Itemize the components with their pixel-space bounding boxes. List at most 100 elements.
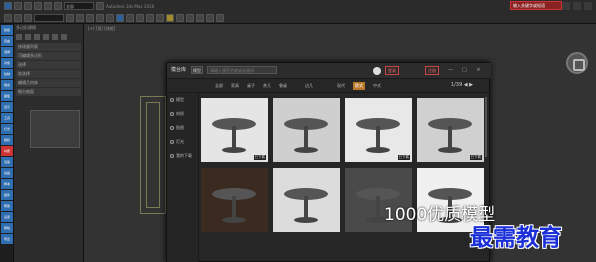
- tool-button[interactable]: 绘制: [1, 69, 13, 79]
- panel-row[interactable]: 细分曲面: [16, 88, 81, 96]
- render-setup-icon[interactable]: [206, 14, 214, 22]
- tool-button[interactable]: 建模: [1, 25, 13, 35]
- search-input[interactable]: 请输入模型名称或关键词: [207, 66, 277, 74]
- bind-icon[interactable]: [24, 14, 32, 22]
- filter-chip[interactable]: 现代: [335, 82, 347, 90]
- model-thumbnail[interactable]: [201, 168, 268, 232]
- tool-button[interactable]: 动画: [1, 168, 13, 178]
- redo-icon[interactable]: [54, 2, 62, 10]
- viewcube-icon[interactable]: [566, 52, 588, 74]
- register-button[interactable]: 注册: [425, 66, 439, 75]
- link-icon[interactable]: [4, 14, 12, 22]
- model-thumbnail[interactable]: 已下载: [417, 98, 484, 162]
- scale-icon[interactable]: [106, 14, 114, 22]
- tool-button[interactable]: 脚本: [1, 179, 13, 189]
- percent-snap-icon[interactable]: [136, 14, 144, 22]
- tool-button[interactable]: 网格: [1, 223, 13, 233]
- furniture-preview-icon: [212, 118, 256, 153]
- library-nav: 模型 材质 贴图 灯光 我的下载: [167, 93, 199, 262]
- nav-item[interactable]: 灯光: [167, 135, 198, 149]
- avatar[interactable]: [373, 67, 381, 75]
- app-menu-icon[interactable]: [4, 2, 12, 10]
- filter-chip[interactable]: 餐桌: [277, 82, 289, 90]
- tool-button[interactable]: 帮助: [1, 201, 13, 211]
- close-icon[interactable]: [584, 2, 592, 10]
- tool-button[interactable]: 工具: [1, 113, 13, 123]
- minimize-icon[interactable]: —: [447, 67, 454, 74]
- schematic-icon[interactable]: [186, 14, 194, 22]
- unlink-icon[interactable]: [14, 14, 22, 22]
- tool-button[interactable]: 对象: [1, 58, 13, 68]
- search-help-field[interactable]: 输入关键字或短语: [510, 1, 562, 10]
- move-icon[interactable]: [86, 14, 94, 22]
- material-editor-icon[interactable]: [196, 14, 204, 22]
- undo-icon[interactable]: [44, 2, 52, 10]
- tool-button[interactable]: 导出: [1, 234, 13, 244]
- nav-item[interactable]: 贴图: [167, 121, 198, 135]
- filter-chip[interactable]: 边几: [303, 82, 315, 90]
- panel-row[interactable]: 选择: [16, 61, 81, 69]
- scene-object-frame-inner[interactable]: [146, 102, 160, 208]
- model-thumbnail[interactable]: [273, 168, 340, 232]
- create-tab-icon[interactable]: [16, 34, 22, 40]
- nav-item[interactable]: 我的下载: [167, 149, 198, 163]
- tool-button[interactable]: 设置: [1, 212, 13, 222]
- tool-button[interactable]: 选择: [1, 47, 13, 57]
- filter-chip[interactable]: 家具: [229, 82, 241, 90]
- modifier-stack-box[interactable]: [30, 110, 80, 148]
- tool-button[interactable]: 显示: [1, 102, 13, 112]
- display-tab-icon[interactable]: [52, 34, 58, 40]
- selection-filter-select[interactable]: [34, 14, 64, 22]
- mirror-icon[interactable]: [146, 14, 154, 22]
- utilities-tab-icon[interactable]: [61, 34, 67, 40]
- layer-icon[interactable]: [166, 14, 174, 22]
- select-icon[interactable]: [66, 14, 74, 22]
- grid-scrollbar[interactable]: [485, 97, 487, 157]
- maximize-icon[interactable]: [573, 2, 581, 10]
- panel-row[interactable]: 软选择: [16, 70, 81, 78]
- new-file-icon[interactable]: [14, 2, 22, 10]
- tool-button[interactable]: 渲染: [1, 157, 13, 167]
- nav-item[interactable]: 材质: [167, 107, 198, 121]
- model-thumbnail[interactable]: 已下载: [345, 98, 412, 162]
- close-icon[interactable]: ×: [475, 67, 482, 74]
- filter-chip[interactable]: 中式: [371, 82, 383, 90]
- snap-icon[interactable]: [116, 14, 124, 22]
- curve-editor-icon[interactable]: [176, 14, 184, 22]
- pagination[interactable]: 1/39 ◀ ▶: [451, 82, 473, 88]
- select-by-name-icon[interactable]: [76, 14, 84, 22]
- save-file-icon[interactable]: [34, 2, 42, 10]
- nav-item[interactable]: 模型: [167, 93, 198, 107]
- maximize-icon[interactable]: □: [461, 67, 468, 74]
- tool-button[interactable]: 材质: [1, 146, 13, 156]
- panel-row[interactable]: 编辑几何体: [16, 79, 81, 87]
- open-file-icon[interactable]: [24, 2, 32, 10]
- workspace-select[interactable]: 全部: [64, 2, 94, 10]
- project-icon[interactable]: [96, 2, 104, 10]
- tool-button[interactable]: 填充: [1, 80, 13, 90]
- tool-button[interactable]: 自由: [1, 36, 13, 46]
- tool-button[interactable]: 面板: [1, 91, 13, 101]
- tool-button[interactable]: 插件: [1, 190, 13, 200]
- render-icon[interactable]: [216, 14, 224, 22]
- filter-chip[interactable]: 欧式: [353, 82, 365, 90]
- tool-button[interactable]: 相机: [1, 135, 13, 145]
- panel-row[interactable]: 修改器列表: [16, 43, 81, 51]
- angle-snap-icon[interactable]: [126, 14, 134, 22]
- rotate-icon[interactable]: [96, 14, 104, 22]
- model-thumbnail[interactable]: 已下载: [201, 98, 268, 162]
- login-button[interactable]: 登录: [385, 66, 399, 75]
- hierarchy-tab-icon[interactable]: [34, 34, 40, 40]
- viewport-label[interactable]: [+] [顶] [线框]: [88, 26, 115, 32]
- filter-chip[interactable]: 桌子: [245, 82, 257, 90]
- align-icon[interactable]: [156, 14, 164, 22]
- model-thumbnail[interactable]: [273, 98, 340, 162]
- modify-tab-icon[interactable]: [25, 34, 31, 40]
- category-dropdown[interactable]: 模型: [191, 66, 203, 74]
- filter-chip[interactable]: 全部: [213, 82, 225, 90]
- motion-tab-icon[interactable]: [43, 34, 49, 40]
- minimize-icon[interactable]: [562, 2, 570, 10]
- filter-chip[interactable]: 茶几: [261, 82, 273, 90]
- panel-row[interactable]: 可编辑多边形: [16, 52, 81, 60]
- tool-button[interactable]: 灯光: [1, 124, 13, 134]
